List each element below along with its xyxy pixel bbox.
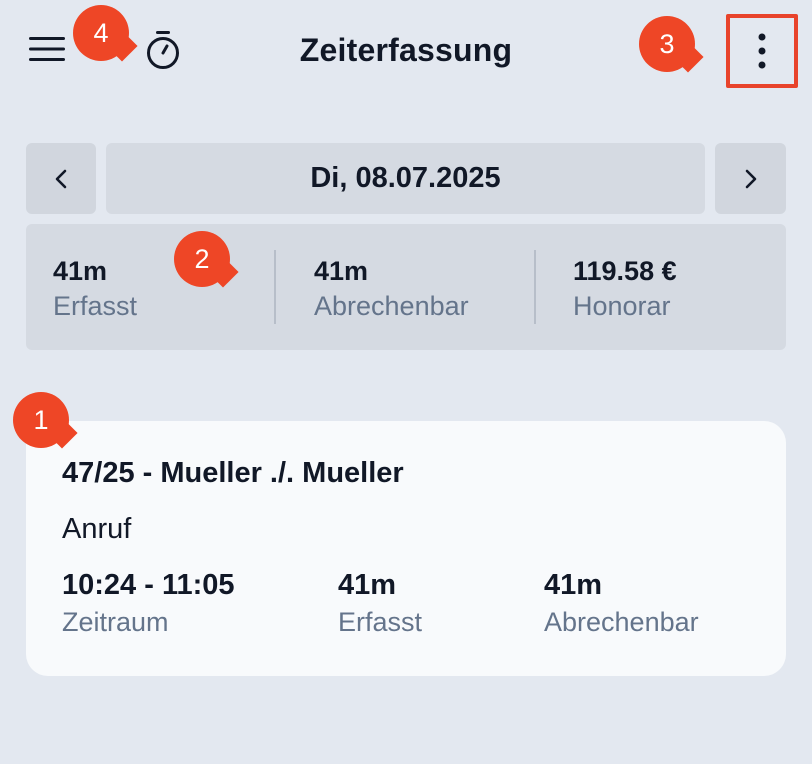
summary-panel: 41m Erfasst 41m Abrechenbar 119.58 € Hon… [26,224,786,350]
chevron-right-icon [745,169,756,188]
summary-value: 41m [53,256,108,286]
entry-stat-value: 41m [544,569,603,601]
marker-number: 3 [659,28,675,59]
marker-number: 1 [33,404,49,435]
summary-label: Honorar [573,291,671,321]
entry-stat-value: 10:24 - 11:05 [62,569,235,601]
summary-divider [274,250,276,324]
marker-number: 2 [194,243,210,274]
summary-erfasst: 41m Erfasst [53,254,137,324]
next-day-button[interactable] [715,143,786,214]
callout-marker-2: 2 [174,231,230,287]
more-options-button[interactable] [726,14,798,88]
summary-honorar: 119.58 € Honorar [573,254,677,324]
summary-label: Abrechenbar [314,291,469,321]
entry-stat-zeitraum: 10:24 - 11:05 Zeitraum [62,567,235,641]
entry-title: 47/25 - Mueller ./. Mueller [62,457,404,489]
date-label: Di, 08.07.2025 [310,162,501,194]
entry-stat-label: Abrechenbar [544,607,699,637]
entry-activity: Anruf [62,513,132,545]
entry-stat-abrechenbar: 41m Abrechenbar [544,567,699,641]
entry-stat-label: Zeitraum [62,607,169,637]
summary-value: 41m [314,256,369,286]
chevron-left-icon [55,169,67,188]
entry-stat-label: Erfasst [338,607,423,637]
summary-label: Erfasst [53,291,138,321]
entry-stat-value: 41m [338,569,397,601]
date-selector[interactable]: Di, 08.07.2025 [106,143,705,214]
time-entry-card[interactable]: 47/25 - Mueller ./. Mueller Anruf 10:24 … [26,421,786,676]
summary-abrechenbar: 41m Abrechenbar [314,254,469,324]
callout-marker-4: 4 [73,5,129,61]
more-vertical-icon [758,33,766,69]
previous-day-button[interactable] [26,143,96,214]
summary-divider [534,250,536,324]
callout-marker-3: 3 [639,16,695,72]
marker-number: 4 [93,17,109,48]
callout-marker-1: 1 [13,392,69,448]
summary-value: 119.58 € [573,256,677,286]
entry-stat-erfasst: 41m Erfasst [338,567,422,641]
